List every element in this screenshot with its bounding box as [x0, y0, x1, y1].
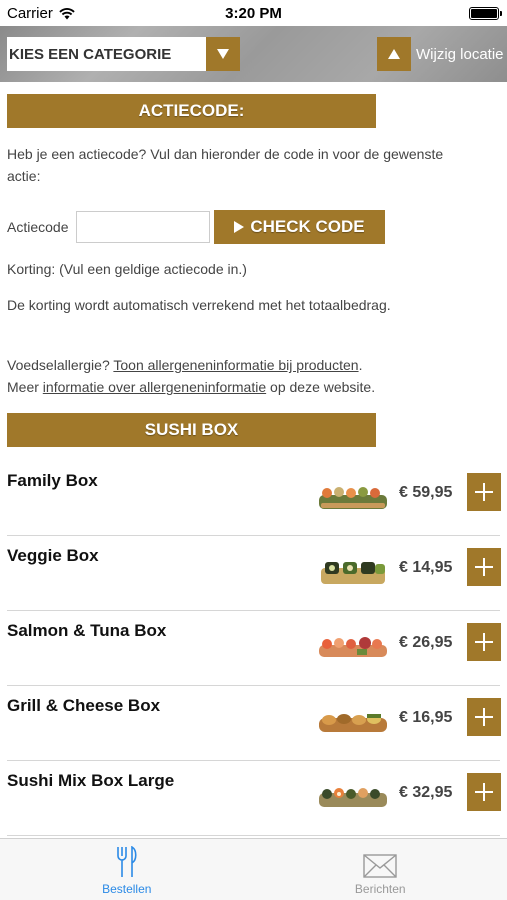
status-bar: Carrier 3:20 PM — [0, 0, 507, 26]
battery-icon — [469, 7, 502, 20]
actiecode-banner: ACTIECODE: — [7, 94, 376, 128]
product-name: Family Box — [7, 471, 98, 490]
add-to-cart-button[interactable] — [467, 473, 501, 511]
verrekend-text: De korting wordt automatisch verrekend m… — [7, 297, 391, 313]
allergy-prefix: Voedselallergie? — [7, 357, 114, 373]
allergy-more-suffix: op deze website. — [266, 379, 376, 395]
row-divider — [7, 835, 500, 836]
category-select-label: KIES EEN CATEGORIE — [9, 45, 172, 63]
product-row: Family Box € 59,95 — [0, 461, 507, 536]
product-list: Family Box € 59,95 Veggie Box € 14,95 Sa… — [0, 461, 507, 836]
allergy-suffix: . — [358, 357, 363, 373]
sushi-box-image — [319, 714, 387, 732]
tab-bestellen[interactable]: Bestellen — [0, 839, 254, 900]
actiecode-intro-line2: actie: — [7, 168, 41, 184]
add-to-cart-button[interactable] — [467, 548, 501, 586]
sushi-box-image — [319, 788, 387, 807]
tab-berichten-label: Berichten — [354, 882, 406, 896]
allergy-products-link[interactable]: Toon allergeneninformatie bij producten — [113, 357, 358, 373]
plus-icon — [475, 558, 493, 576]
actiecode-input[interactable] — [76, 211, 210, 243]
actiecode-input-label: Actiecode — [7, 219, 69, 235]
location-arrow-box — [377, 37, 411, 71]
sushi-box-image — [319, 637, 387, 657]
product-name: Veggie Box — [7, 546, 99, 565]
triangle-down-icon — [217, 49, 229, 59]
tab-bestellen-label: Bestellen — [102, 882, 152, 896]
allergy-more-prefix: Meer — [7, 379, 43, 395]
actiecode-form: Actiecode CHECK CODE — [7, 210, 385, 244]
product-price: € 59,95 — [399, 484, 453, 501]
product-price: € 32,95 — [399, 784, 453, 801]
add-to-cart-button[interactable] — [467, 623, 501, 661]
plus-icon — [475, 783, 493, 801]
product-name: Grill & Cheese Box — [7, 696, 161, 715]
change-location-label: Wijzig locatie — [416, 45, 504, 63]
product-row: Grill & Cheese Box € 16,95 — [0, 686, 507, 761]
add-to-cart-button[interactable] — [467, 698, 501, 736]
change-location-button[interactable]: Wijzig locatie — [377, 37, 504, 71]
fork-knife-icon — [116, 846, 137, 877]
actiecode-intro-line1: Heb je een actiecode? Vul dan hieronder … — [7, 146, 444, 162]
status-time: 3:20 PM — [225, 5, 282, 22]
product-row: Salmon & Tuna Box € 26,95 — [0, 611, 507, 686]
allergy-line2: Meer informatie over allergeneninformati… — [7, 376, 375, 398]
tab-bar: Bestellen Berichten — [0, 838, 507, 900]
sushi-box-image — [321, 562, 385, 584]
check-code-button[interactable]: CHECK CODE — [214, 210, 385, 244]
product-price: € 26,95 — [399, 634, 453, 651]
sushi-box-image — [319, 487, 387, 509]
envelope-icon — [363, 854, 397, 878]
tab-berichten[interactable]: Berichten — [254, 839, 507, 900]
korting-text: Korting: (Vul een geldige actiecode in.) — [7, 261, 247, 277]
play-icon — [234, 221, 245, 233]
product-row: Veggie Box € 14,95 — [0, 536, 507, 611]
product-name: Salmon & Tuna Box — [7, 621, 167, 640]
product-row: Sushi Mix Box Large € 32,95 — [0, 761, 507, 836]
top-header: KIES EEN CATEGORIE Wijzig locatie — [0, 26, 507, 82]
allergy-line1: Voedselallergie? Toon allergeneninformat… — [7, 354, 362, 376]
add-to-cart-button[interactable] — [467, 773, 501, 811]
check-code-label: CHECK CODE — [250, 217, 365, 236]
plus-icon — [475, 633, 493, 651]
section-banner: SUSHI BOX — [7, 413, 376, 447]
category-select[interactable]: KIES EEN CATEGORIE — [7, 37, 240, 71]
allergy-info-link[interactable]: informatie over allergeneninformatie — [43, 379, 266, 395]
product-name: Sushi Mix Box Large — [7, 771, 175, 790]
triangle-up-icon — [388, 49, 400, 59]
product-price: € 14,95 — [399, 559, 453, 576]
plus-icon — [475, 483, 493, 501]
category-dropdown-button[interactable] — [206, 37, 240, 71]
product-price: € 16,95 — [399, 709, 453, 726]
plus-icon — [475, 708, 493, 726]
